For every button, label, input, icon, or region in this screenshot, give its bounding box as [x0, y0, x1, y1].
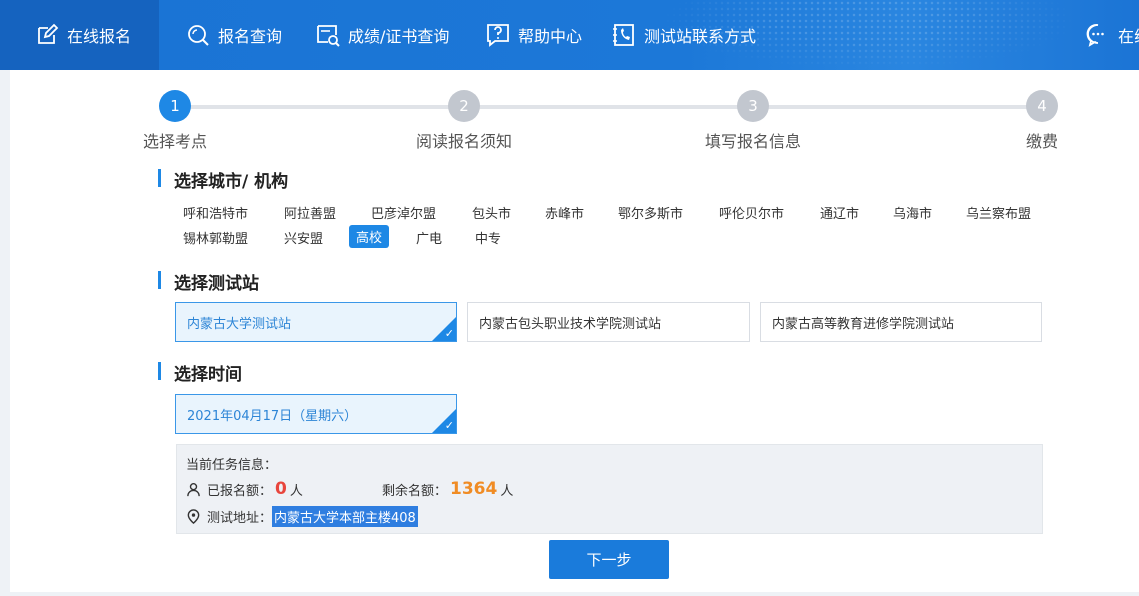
nav-label: 测试站联系方式	[644, 27, 757, 46]
nav-label: 帮助中心	[518, 27, 583, 46]
nav-registration-query[interactable]: 报名查询	[186, 0, 282, 70]
check-icon: ✓	[444, 419, 454, 432]
address-label: 测试地址：	[207, 511, 273, 526]
step-2-label: 阅读报名须知	[415, 132, 513, 151]
nav-help-center[interactable]: 帮助中心	[486, 0, 582, 70]
city-option[interactable]: 乌兰察布盟	[959, 201, 1038, 224]
task-info-heading: 当前任务信息：	[186, 458, 278, 473]
city-option-selected[interactable]: 高校	[349, 225, 390, 248]
city-option[interactable]: 呼和浩特市	[176, 201, 255, 224]
remaining-count: 剩余名额： 1364 人	[382, 479, 513, 499]
city-option[interactable]: 中专	[468, 226, 508, 249]
city-option[interactable]: 广电	[409, 226, 449, 249]
city-option[interactable]: 锡林郭勒盟	[176, 226, 255, 249]
city-option[interactable]: 阿拉善盟	[277, 201, 343, 224]
nav-label: 在线报名	[67, 27, 132, 46]
station-option[interactable]: 内蒙古高等教育进修学院测试站	[760, 302, 1042, 342]
city-section-title: 选择城市/ 机构	[158, 167, 288, 192]
time-slot-text: 2021年04月17日（星期六）	[187, 408, 358, 424]
city-option[interactable]: 通辽市	[813, 201, 866, 224]
edit-icon	[38, 23, 59, 44]
nav-station-contacts[interactable]: 测试站联系方式	[612, 0, 756, 70]
check-icon: ✓	[444, 327, 454, 340]
city-option[interactable]: 鄂尔多斯市	[611, 201, 690, 224]
registered-count: 已报名额： 0 人	[186, 479, 303, 499]
nav-score-query[interactable]: 成绩/证书查询	[316, 0, 449, 70]
step-4-label: 缴费	[1025, 132, 1059, 151]
registered-value: 0	[275, 479, 287, 499]
city-option[interactable]: 兴安盟	[277, 226, 330, 249]
certificate-search-icon	[317, 25, 340, 47]
nav-label: 在线	[1118, 27, 1139, 46]
remaining-unit: 人	[500, 483, 514, 499]
city-option[interactable]: 乌海市	[886, 201, 939, 224]
station-section-title: 选择测试站	[158, 269, 259, 294]
nav-online-registration[interactable]: 在线报名	[0, 0, 159, 70]
station-name: 内蒙古高等教育进修学院测试站	[772, 316, 955, 332]
next-step-button[interactable]: 下一步	[549, 540, 669, 579]
step-1-circle: 1	[159, 90, 191, 122]
time-section-title: 选择时间	[158, 360, 242, 385]
step-connector	[464, 105, 754, 109]
step-connector	[175, 105, 465, 109]
city-option[interactable]: 赤峰市	[538, 201, 591, 224]
step-1-label: 选择考点	[142, 132, 208, 151]
city-option[interactable]: 包头市	[465, 201, 518, 224]
step-connector	[753, 105, 1043, 109]
city-option[interactable]: 呼伦贝尔市	[712, 201, 791, 224]
test-address: 测试地址： 内蒙古大学本部主楼408	[186, 506, 418, 527]
nav-label: 成绩/证书查询	[348, 27, 450, 46]
registered-unit: 人	[289, 483, 303, 499]
help-icon	[487, 24, 509, 47]
search-icon	[188, 25, 209, 46]
step-3-circle: 3	[737, 90, 769, 122]
time-slot-selected[interactable]: 2021年04月17日（星期六） ✓	[175, 394, 457, 434]
step-3-label: 填写报名信息	[704, 132, 802, 151]
station-option[interactable]: 内蒙古包头职业技术学院测试站	[467, 302, 750, 342]
step-4-circle: 4	[1026, 90, 1058, 122]
step-2-circle: 2	[448, 90, 480, 122]
user-icon	[187, 482, 200, 496]
top-nav: 在线报名 报名查询 成绩/证书查询 帮助中心 测试站联系方式 在线	[0, 0, 1139, 70]
phone-book-icon	[613, 24, 634, 46]
address-value: 内蒙古大学本部主楼408	[272, 506, 418, 527]
station-name: 内蒙古包头职业技术学院测试站	[479, 316, 662, 332]
station-option-selected[interactable]: 内蒙古大学测试站 ✓	[175, 302, 457, 342]
remaining-value: 1364	[450, 479, 498, 499]
registered-label: 已报名额：	[207, 483, 273, 499]
chat-icon	[1086, 24, 1104, 47]
nav-label: 报名查询	[218, 27, 283, 46]
station-name: 内蒙古大学测试站	[187, 316, 292, 332]
city-option[interactable]: 巴彦淖尔盟	[364, 201, 443, 224]
remaining-label: 剩余名额：	[382, 483, 448, 499]
location-pin-icon	[187, 509, 200, 524]
nav-online-service[interactable]: 在线	[1086, 0, 1139, 70]
